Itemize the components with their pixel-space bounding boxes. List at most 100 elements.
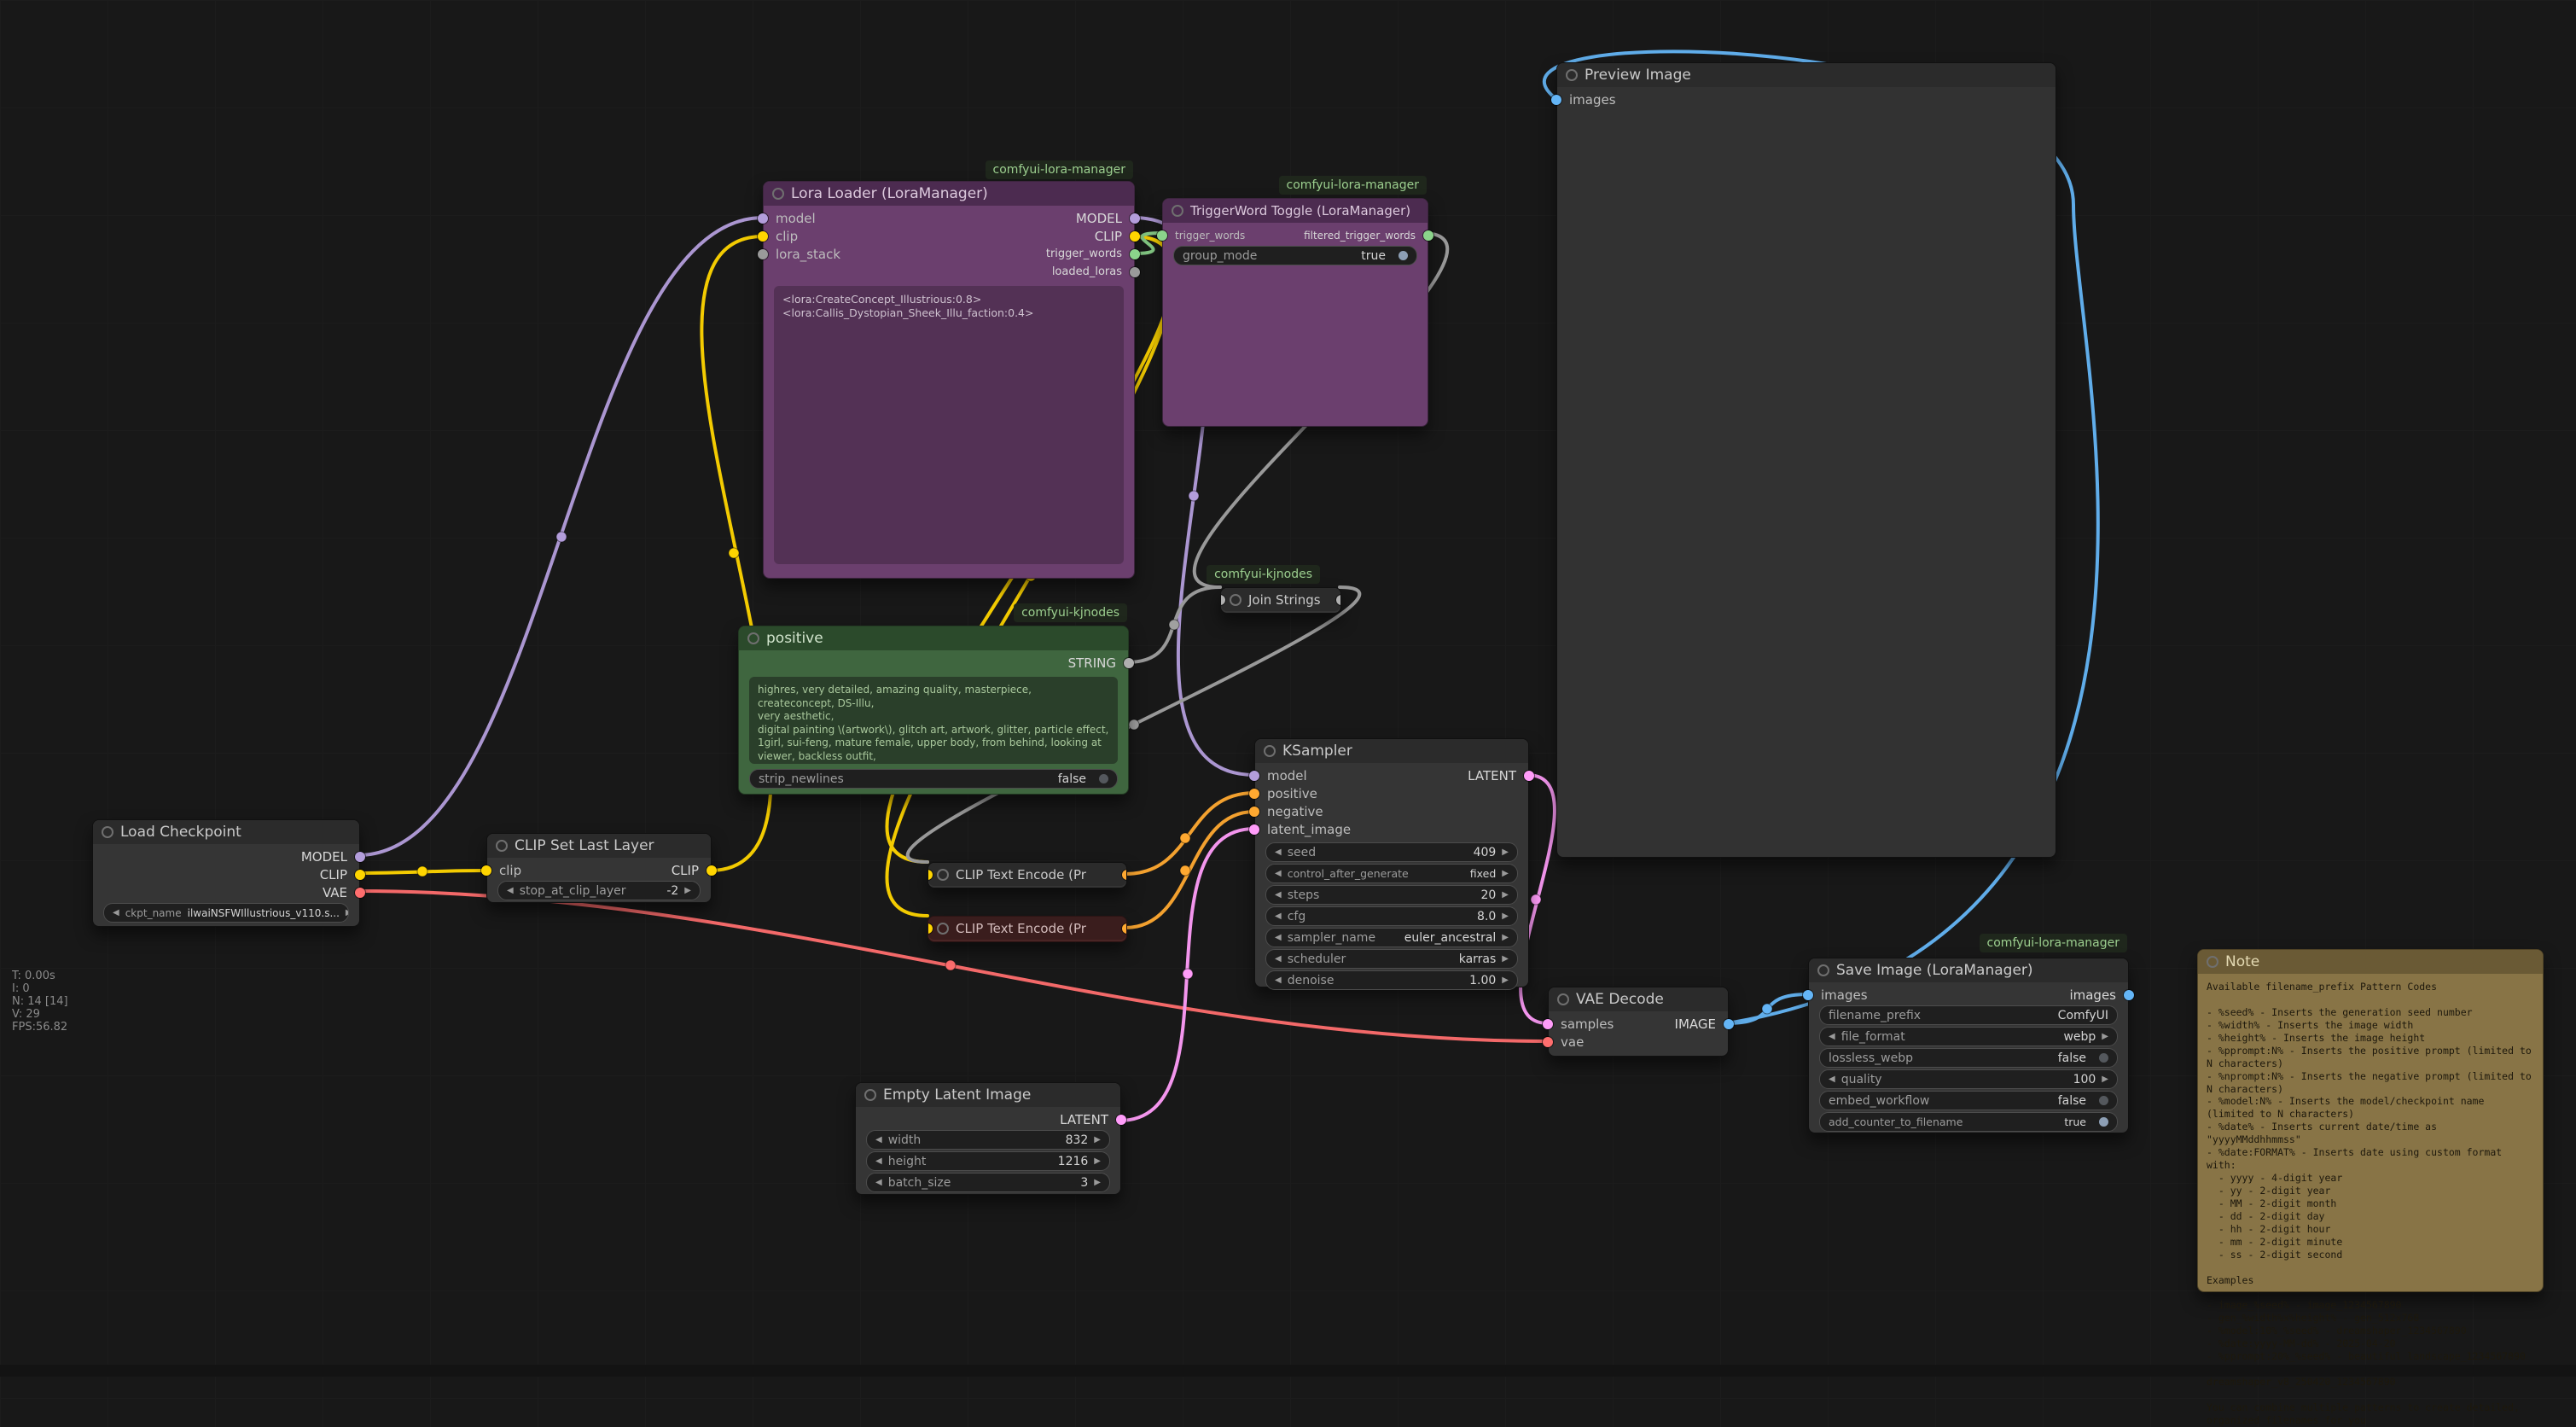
widget-group-mode-toggle[interactable]: group_mode true	[1173, 246, 1417, 265]
output-port-latent[interactable]	[1524, 771, 1534, 781]
decrement-arrow-icon[interactable]: ◀	[875, 1156, 882, 1166]
collapse-dot[interactable]	[1172, 205, 1183, 217]
increment-arrow-icon[interactable]: ▶	[684, 886, 691, 895]
input-port-images[interactable]	[1551, 95, 1561, 105]
prev-arrow-icon[interactable]: ◀	[1829, 1032, 1835, 1041]
decrement-arrow-icon[interactable]: ◀	[1275, 912, 1282, 921]
node-title-bar[interactable]: Save Image (LoraManager)	[1809, 958, 2128, 982]
node-join-strings[interactable]: Join Strings	[1220, 587, 1341, 614]
widget-embed-workflow-toggle[interactable]: embed_workflow false	[1819, 1091, 2118, 1110]
output-port-images[interactable]	[2124, 990, 2134, 1000]
collapse-dot[interactable]	[496, 840, 508, 852]
prev-arrow-icon[interactable]: ◀	[1275, 933, 1282, 942]
widget-filename-prefix[interactable]: filename_prefix ComfyUI	[1819, 1005, 2118, 1025]
output-port-clip[interactable]	[707, 865, 717, 876]
decrement-arrow-icon[interactable]: ◀	[1275, 847, 1282, 857]
input-port-samples[interactable]	[1543, 1019, 1553, 1029]
collapsed-output-port[interactable]	[1336, 595, 1340, 605]
node-clip-set-last-layer[interactable]: CLIP Set Last Layer clip CLIP ◀ stop_at_…	[486, 833, 712, 903]
output-port-loaded-loras[interactable]	[1130, 267, 1140, 277]
node-title-bar[interactable]: Load Checkpoint	[93, 820, 359, 844]
widget-strip-newlines-toggle[interactable]: strip_newlines false	[749, 769, 1118, 789]
node-save-image[interactable]: Save Image (LoraManager) images images f…	[1808, 958, 2129, 1133]
node-title-bar[interactable]: Preview Image	[1557, 63, 2056, 87]
output-port-vae[interactable]	[355, 888, 365, 898]
widget-lossless-webp-toggle[interactable]: lossless_webp false	[1819, 1048, 2118, 1068]
collapse-dot[interactable]	[102, 826, 113, 838]
widget-cfg[interactable]: ◀ cfg 8.0 ▶	[1265, 906, 1518, 926]
node-title-bar[interactable]: CLIP Text Encode (Pr	[928, 917, 1126, 940]
toggle-dot[interactable]	[2099, 1053, 2108, 1063]
widget-control-after-generate[interactable]: ◀ control_after_generate fixed ▶	[1265, 864, 1518, 883]
widget-height[interactable]: ◀ height 1216 ▶	[866, 1151, 1110, 1171]
decrement-arrow-icon[interactable]: ◀	[1829, 1075, 1835, 1084]
increment-arrow-icon[interactable]: ▶	[1094, 1178, 1101, 1187]
node-title-bar[interactable]: Empty Latent Image	[856, 1083, 1120, 1107]
widget-steps[interactable]: ◀ steps 20 ▶	[1265, 885, 1518, 905]
increment-arrow-icon[interactable]: ▶	[1094, 1135, 1101, 1145]
next-arrow-icon[interactable]: ▶	[1502, 869, 1509, 878]
input-port-latent-image[interactable]	[1249, 824, 1259, 835]
widget-file-format[interactable]: ◀ file_format webp ▶	[1819, 1027, 2118, 1046]
toggle-dot[interactable]	[2099, 1117, 2108, 1127]
collapse-dot[interactable]	[1557, 993, 1569, 1005]
input-port-images[interactable]	[1803, 990, 1813, 1000]
collapsed-input-port[interactable]	[928, 923, 933, 934]
prev-arrow-icon[interactable]: ◀	[1275, 954, 1282, 964]
node-positive-prompt[interactable]: positive STRING highres, very detailed, …	[738, 626, 1129, 795]
widget-quality[interactable]: ◀ quality 100 ▶	[1819, 1069, 2118, 1089]
node-title-bar[interactable]: CLIP Text Encode (Pr	[928, 863, 1126, 886]
prompt-text-input[interactable]: highres, very detailed, amazing quality,…	[749, 677, 1118, 764]
next-arrow-icon[interactable]: ▶	[1502, 933, 1509, 942]
collapsed-input-port[interactable]	[1221, 595, 1225, 605]
node-title-bar[interactable]: positive	[739, 626, 1128, 650]
next-arrow-icon[interactable]: ▶	[346, 908, 349, 917]
input-port-model[interactable]	[1249, 771, 1259, 781]
toggle-dot[interactable]	[2099, 1096, 2108, 1105]
widget-add-counter-toggle[interactable]: add_counter_to_filename true	[1819, 1112, 2118, 1132]
output-port-trigger-words[interactable]	[1130, 249, 1140, 259]
widget-stop-at-clip-layer[interactable]: ◀ stop_at_clip_layer -2 ▶	[497, 881, 701, 900]
node-title-bar[interactable]: Join Strings	[1221, 588, 1340, 611]
output-port-clip[interactable]	[355, 870, 365, 880]
decrement-arrow-icon[interactable]: ◀	[1275, 890, 1282, 900]
toggle-dot[interactable]	[1099, 774, 1108, 783]
node-title-bar[interactable]: VAE Decode	[1549, 987, 1728, 1011]
collapse-dot[interactable]	[1817, 964, 1829, 976]
collapse-dot[interactable]	[937, 869, 949, 881]
increment-arrow-icon[interactable]: ▶	[1502, 847, 1509, 857]
widget-sampler-name[interactable]: ◀ sampler_name euler_ancestral ▶	[1265, 928, 1518, 947]
decrement-arrow-icon[interactable]: ◀	[507, 886, 514, 895]
collapse-dot[interactable]	[772, 188, 784, 200]
node-triggerword-toggle[interactable]: TriggerWord Toggle (LoraManager) trigger…	[1162, 198, 1428, 427]
widget-denoise[interactable]: ◀ denoise 1.00 ▶	[1265, 970, 1518, 990]
increment-arrow-icon[interactable]: ▶	[1502, 912, 1509, 921]
increment-arrow-icon[interactable]: ▶	[2102, 1075, 2108, 1084]
node-lora-loader[interactable]: Lora Loader (LoraManager) model MODEL cl…	[763, 181, 1135, 579]
input-port-lora-stack[interactable]	[758, 249, 768, 259]
output-port-string[interactable]	[1124, 658, 1134, 668]
toggle-dot[interactable]	[1398, 251, 1408, 260]
collapse-dot[interactable]	[937, 923, 949, 935]
node-title-bar[interactable]: TriggerWord Toggle (LoraManager)	[1163, 199, 1428, 223]
input-port-clip[interactable]	[758, 231, 768, 242]
node-clip-text-encode-negative[interactable]: CLIP Text Encode (Pr	[927, 916, 1127, 942]
widget-scheduler[interactable]: ◀ scheduler karras ▶	[1265, 949, 1518, 969]
widget-width[interactable]: ◀ width 832 ▶	[866, 1130, 1110, 1150]
prev-arrow-icon[interactable]: ◀	[113, 908, 119, 917]
node-title-bar[interactable]: Lora Loader (LoraManager)	[764, 182, 1134, 206]
next-arrow-icon[interactable]: ▶	[1502, 954, 1509, 964]
next-arrow-icon[interactable]: ▶	[2102, 1032, 2108, 1041]
increment-arrow-icon[interactable]: ▶	[1502, 890, 1509, 900]
collapse-dot[interactable]	[1566, 69, 1578, 81]
collapsed-input-port[interactable]	[928, 870, 933, 880]
widget-seed[interactable]: ◀ seed 409 ▶	[1265, 842, 1518, 862]
input-port-vae[interactable]	[1543, 1037, 1553, 1047]
output-port-filtered-trigger-words[interactable]	[1423, 230, 1433, 241]
node-empty-latent-image[interactable]: Empty Latent Image LATENT ◀ width 832 ▶ …	[855, 1082, 1121, 1195]
prev-arrow-icon[interactable]: ◀	[1275, 869, 1282, 878]
output-port-model[interactable]	[1130, 213, 1140, 224]
node-note[interactable]: Note Available filename_prefix Pattern C…	[2197, 949, 2544, 1292]
collapse-dot[interactable]	[2207, 956, 2218, 968]
decrement-arrow-icon[interactable]: ◀	[875, 1135, 882, 1145]
